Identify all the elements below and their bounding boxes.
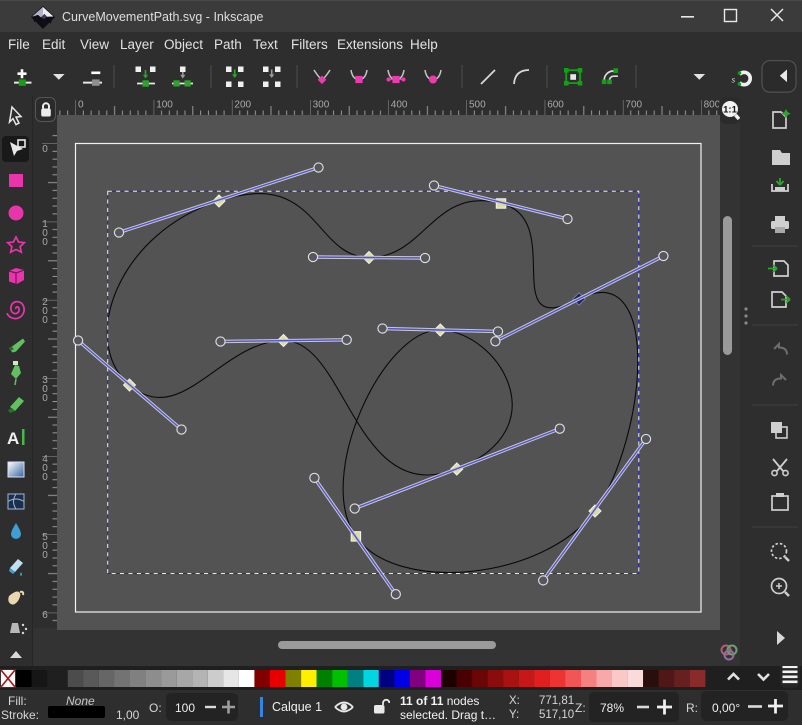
svg-text:0: 0 (42, 144, 48, 155)
svg-text:A: A (7, 429, 19, 448)
svg-text:0: 0 (42, 472, 48, 483)
svg-text:700: 700 (625, 100, 642, 111)
svg-text:300: 300 (313, 100, 330, 111)
svg-text:200: 200 (234, 100, 251, 111)
svg-text:400: 400 (391, 100, 408, 111)
svg-text:500: 500 (469, 100, 486, 111)
svg-text:0: 0 (42, 315, 48, 326)
svg-text:600: 600 (547, 100, 564, 111)
svg-text:0: 0 (78, 100, 84, 111)
svg-text:0: 0 (42, 393, 48, 404)
svg-text:s: s (732, 76, 736, 86)
svg-text:0: 0 (42, 550, 48, 561)
svg-text:1:1: 1:1 (723, 105, 737, 116)
svg-text:6: 6 (42, 610, 48, 621)
svg-text:100: 100 (156, 100, 173, 111)
svg-text:0: 0 (42, 237, 48, 248)
